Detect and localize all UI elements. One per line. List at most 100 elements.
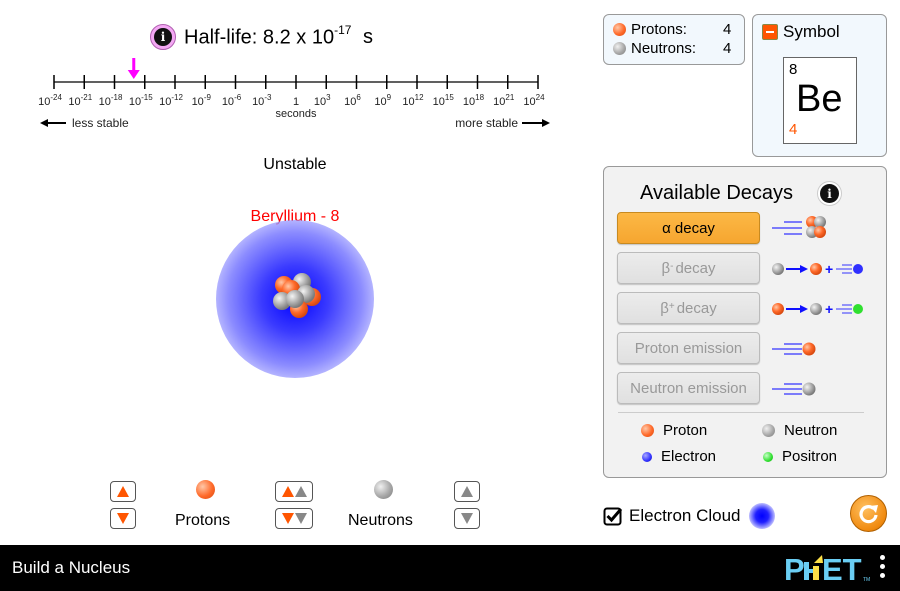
half-life-info-button[interactable]: i	[150, 24, 176, 50]
decay-suffix: decay	[675, 259, 716, 277]
menu-dot-icon	[880, 555, 885, 560]
proton-icon	[641, 424, 654, 437]
element-symbol: Be	[796, 78, 843, 120]
half-life-exponent: -17	[334, 22, 352, 37]
electron-cloud-checkbox[interactable]: Electron Cloud	[603, 503, 775, 529]
decay-suffix: decay	[676, 299, 717, 317]
less-stable-arrowhead	[40, 119, 48, 127]
legend-divider	[618, 412, 864, 413]
symbol-title: Symbol	[783, 22, 840, 41]
less-stable-label: less stable	[72, 116, 129, 130]
svg-text:+: +	[825, 261, 833, 277]
scale-tick-label: 10-6	[222, 93, 242, 108]
legend-electron-label: Electron	[661, 448, 717, 465]
collapse-icon[interactable]	[762, 24, 778, 40]
nucleon-up-button[interactable]	[275, 481, 313, 502]
scale-axis-label: seconds	[276, 108, 317, 120]
up-arrow-icon	[281, 486, 294, 497]
proton-down-button[interactable]	[110, 508, 136, 529]
proton-emission-icon	[772, 342, 816, 356]
proton-emission-button[interactable]: Proton emission	[617, 332, 760, 364]
menu-dot-icon	[880, 573, 885, 578]
legend-electron: Electron	[642, 448, 716, 465]
half-life-marker-arrowhead	[127, 70, 140, 79]
available-decays-panel: Available Decays i α decay β- decay β + d…	[603, 166, 887, 478]
down-arrow-icon	[461, 513, 473, 524]
scale-tick-label: 109	[374, 93, 391, 108]
electron-cloud-label: Electron Cloud	[629, 506, 741, 525]
proton-icon	[613, 23, 626, 36]
reset-all-button[interactable]	[850, 495, 887, 532]
neutron-emission-icon	[772, 382, 816, 396]
neutron-source[interactable]	[374, 480, 393, 499]
checkbox-checked-icon[interactable]	[603, 506, 623, 526]
positron-icon	[763, 451, 773, 462]
beta-plus-decay-button[interactable]: β + decay	[617, 292, 760, 324]
reset-icon	[858, 504, 878, 523]
phet-menu-button[interactable]	[880, 555, 888, 578]
more-stable-arrowhead	[542, 119, 550, 127]
phet-logo[interactable]: P ET TM	[784, 553, 874, 583]
more-stable-label: more stable	[455, 116, 518, 130]
scale-tick-label: 103	[314, 93, 331, 108]
scale-tick-label: 1021	[493, 93, 515, 108]
legend-positron-label: Positron	[782, 448, 838, 465]
neutron-emission-label: Neutron emission	[630, 379, 747, 397]
half-life-text: Half-life: 8.2 x 10-17 s	[184, 22, 373, 50]
neutron-icon	[613, 42, 626, 55]
nucleon-down-button[interactable]	[275, 508, 313, 529]
atomic-number: 4	[789, 121, 798, 138]
nucleon-counts-panel: Protons: 4 Neutrons: 4	[603, 14, 745, 65]
beta-plus-decay-icon: +	[772, 301, 863, 317]
legend-positron: Positron	[763, 448, 837, 465]
symbol-panel: Symbol 8 Be 4	[752, 14, 887, 157]
legend-neutron: Neutron	[762, 422, 837, 439]
neutron-particle[interactable]	[286, 290, 304, 308]
proton-source[interactable]	[196, 480, 215, 499]
beta-minus-decay-button[interactable]: β- decay	[617, 252, 760, 284]
decays-info-button[interactable]: i	[817, 181, 842, 206]
up-arrow-icon	[461, 486, 473, 497]
scale-tick-label: 10-24	[38, 93, 62, 108]
decays-title: Available Decays	[640, 182, 794, 204]
neutron-up-button[interactable]	[454, 481, 480, 502]
protons-label: Protons	[175, 512, 231, 529]
protons-count-value: 4	[723, 21, 732, 38]
beta-sup: +	[668, 300, 675, 312]
scale-tick-label: 10-21	[68, 93, 92, 108]
alpha-decay-label: α decay	[662, 219, 715, 237]
mass-number: 8	[789, 61, 798, 78]
stability-label: Unstable	[263, 156, 327, 173]
down-arrow-icon	[117, 513, 129, 524]
up-arrow-icon	[117, 486, 129, 497]
scale-tick-label: 1012	[402, 93, 424, 108]
electron-cloud-icon	[748, 503, 775, 529]
beta-symbol: β	[660, 299, 669, 317]
svg-text:TM: TM	[863, 577, 870, 583]
half-life-label: Half-life: 8.2 x 10	[184, 26, 335, 49]
neutron-down-button[interactable]	[454, 508, 480, 529]
scale-tick-label: 10-15	[129, 93, 153, 108]
svg-text:ET: ET	[822, 553, 862, 583]
proton-up-button[interactable]	[110, 481, 136, 502]
half-life-unit: s	[362, 26, 373, 49]
scale-tick-label: 10-18	[99, 93, 123, 108]
neutron-emission-button[interactable]: Neutron emission	[617, 372, 760, 404]
sim-title: Build a Nucleus	[12, 558, 131, 577]
info-icon: i	[820, 184, 839, 203]
scale-tick-label: 10-3	[252, 93, 272, 108]
neutrons-count-value: 4	[723, 40, 732, 57]
legend-proton: Proton	[641, 422, 707, 439]
legend-proton-label: Proton	[663, 422, 708, 439]
down-arrow-icon	[281, 513, 294, 524]
proton-emission-label: Proton emission	[634, 339, 743, 357]
svg-text:+: +	[825, 301, 833, 317]
down-arrow-icon	[294, 513, 307, 524]
scale-tick-label: 10-9	[192, 93, 212, 108]
electron-icon	[642, 451, 652, 462]
nucleus[interactable]	[260, 265, 330, 325]
neutrons-label: Neutrons	[348, 512, 413, 529]
alpha-decay-button[interactable]: α decay	[617, 212, 760, 244]
scale-tick-label: 1	[293, 96, 299, 108]
info-icon: i	[154, 28, 172, 46]
